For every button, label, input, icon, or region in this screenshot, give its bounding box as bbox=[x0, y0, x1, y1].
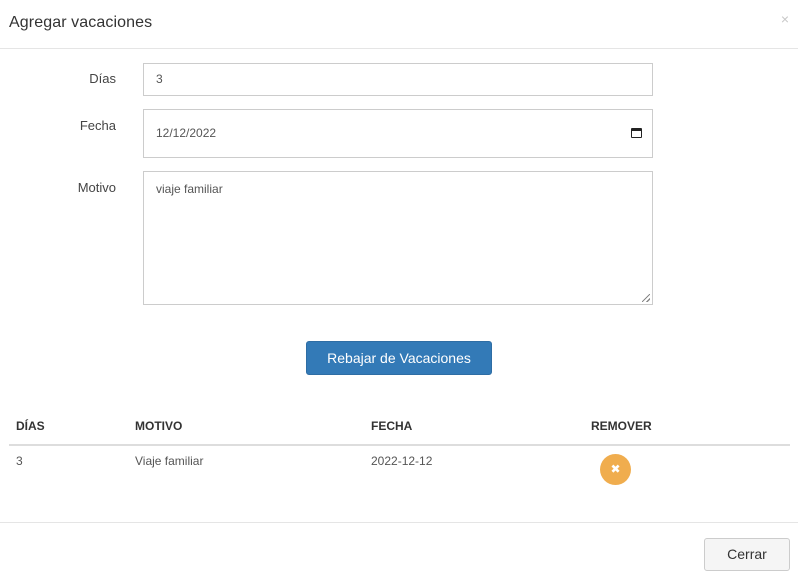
motivo-label: Motivo bbox=[77, 180, 116, 195]
fecha-label: Fecha bbox=[79, 118, 116, 133]
column-header-dias: DÍAS bbox=[16, 419, 45, 433]
rebajar-vacaciones-button[interactable]: Rebajar de Vacaciones bbox=[306, 341, 492, 375]
cerrar-button[interactable]: Cerrar bbox=[704, 538, 790, 571]
resize-handle-icon[interactable] bbox=[642, 294, 650, 302]
add-vacation-modal: Agregar vacaciones × Días 3 Fecha 12/12/… bbox=[0, 0, 798, 583]
column-header-motivo: MOTIVO bbox=[135, 419, 183, 433]
dias-label: Días bbox=[89, 71, 116, 86]
modal-footer: Cerrar bbox=[0, 522, 798, 583]
table-header: DÍAS MOTIVO FECHA REMOVER bbox=[9, 410, 790, 446]
table-row: 3 Viaje familiar 2022-12-12 ✖ bbox=[9, 446, 790, 486]
close-icon[interactable]: × bbox=[781, 11, 789, 27]
remove-icon[interactable]: ✖ bbox=[600, 454, 631, 485]
modal-title: Agregar vacaciones bbox=[9, 14, 153, 31]
calendar-icon[interactable] bbox=[631, 128, 642, 138]
modal-header: Agregar vacaciones × bbox=[0, 0, 798, 49]
dias-input[interactable]: 3 bbox=[143, 63, 653, 96]
column-header-fecha: FECHA bbox=[371, 419, 413, 433]
column-header-remover: REMOVER bbox=[591, 419, 652, 433]
cell-dias: 3 bbox=[16, 454, 23, 468]
fecha-input[interactable]: 12/12/2022 bbox=[143, 109, 653, 158]
motivo-textarea[interactable]: viaje familiar bbox=[143, 171, 653, 305]
cell-motivo: Viaje familiar bbox=[135, 454, 204, 468]
motivo-value: viaje familiar bbox=[156, 182, 223, 196]
cell-fecha: 2022-12-12 bbox=[371, 454, 433, 468]
fecha-value: 12/12/2022 bbox=[156, 126, 217, 140]
